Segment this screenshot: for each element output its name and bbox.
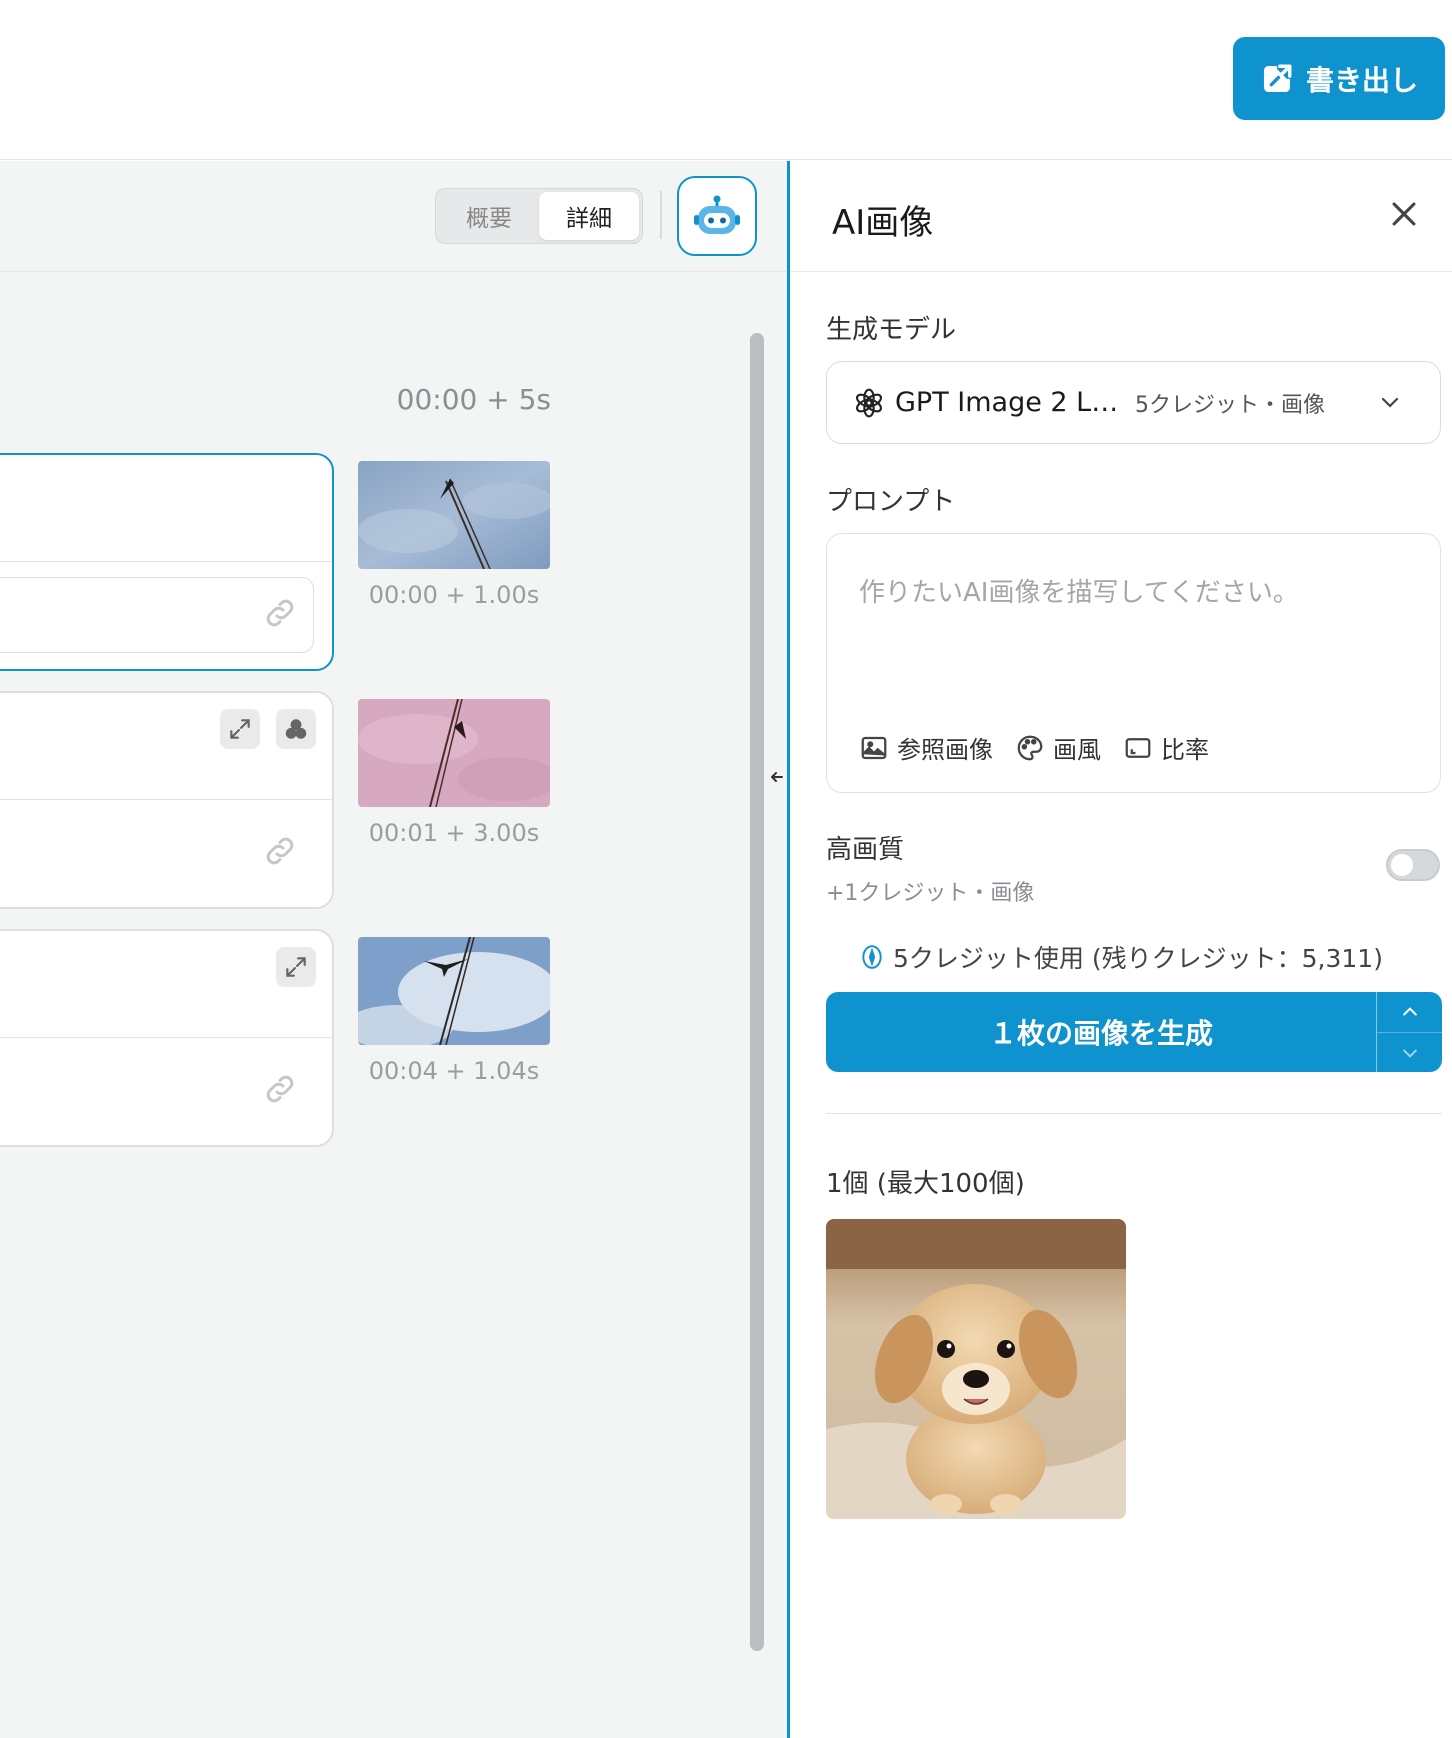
total-time: 00:00 + 5s xyxy=(396,383,551,416)
scene-time-2: 00:01 + 3.00s xyxy=(368,819,540,847)
panel-header: AI画像 xyxy=(790,161,1452,272)
increment-button[interactable] xyxy=(1377,992,1442,1032)
scene-divider xyxy=(0,1037,332,1038)
scene-thumbnail-3[interactable] xyxy=(358,937,550,1045)
header-divider xyxy=(660,191,662,239)
timeline-header: 概要 詳細 xyxy=(0,161,787,272)
prompt-tools: 参照画像 画風 比率 xyxy=(859,730,1209,765)
generated-image[interactable] xyxy=(826,1219,1126,1519)
view-toggle[interactable]: 概要 詳細 xyxy=(435,188,643,244)
scene-card-2[interactable] xyxy=(0,691,334,909)
section-divider xyxy=(826,1113,1442,1114)
swap-icon xyxy=(286,957,306,977)
link-icon[interactable] xyxy=(262,1071,298,1107)
scene-time-1: 00:00 + 1.00s xyxy=(368,581,540,609)
scene-divider xyxy=(0,799,332,800)
credit-icon xyxy=(862,945,882,969)
high-quality-label: 高画質 xyxy=(826,835,905,865)
link-icon[interactable] xyxy=(262,595,298,631)
scene-card-3[interactable] xyxy=(0,929,334,1147)
swap-button[interactable] xyxy=(220,709,260,749)
chevron-down-icon xyxy=(1402,1049,1417,1058)
tab-detail[interactable]: 詳細 xyxy=(539,192,639,240)
style-button[interactable]: 画風 xyxy=(1015,730,1101,765)
robot-icon xyxy=(694,195,740,234)
ratio-label: 比率 xyxy=(1161,736,1209,764)
model-cost: 5クレジット・画像 xyxy=(1135,392,1325,418)
credit-usage-text: 5クレジット使用 (残りクレジット：5,311) xyxy=(893,944,1383,973)
export-button[interactable]: 書き出し xyxy=(1233,37,1445,120)
prompt-label: プロンプト xyxy=(826,487,956,517)
result-count: 1個 (最大100個) xyxy=(826,1169,1025,1199)
high-quality-toggle[interactable] xyxy=(1386,849,1440,881)
count-stepper xyxy=(1376,992,1442,1072)
decrement-button[interactable] xyxy=(1377,1032,1442,1072)
model-name: GPT Image 2 L… xyxy=(895,387,1115,418)
link-icon[interactable] xyxy=(262,833,298,869)
scene-thumbnail-1[interactable] xyxy=(358,461,550,569)
toggle-knob xyxy=(1391,854,1413,876)
ai-assistant-button[interactable] xyxy=(677,176,757,256)
export-icon xyxy=(1263,64,1292,92)
effects-button[interactable] xyxy=(276,709,316,749)
credit-usage: 5クレジット使用 (残りクレジット：5,311) xyxy=(790,939,1452,975)
image-icon xyxy=(861,736,887,759)
palette-icon xyxy=(1017,735,1043,760)
ratio-button[interactable]: 比率 xyxy=(1123,730,1209,765)
swap-icon xyxy=(230,719,250,739)
swap-button[interactable] xyxy=(276,947,316,987)
model-select[interactable]: GPT Image 2 L… 5クレジット・画像 xyxy=(826,361,1441,444)
prompt-input[interactable]: 作りたいAI画像を描写してください。 参照画像 画風 比率 xyxy=(826,533,1441,793)
timeline-scrollbar[interactable] xyxy=(750,333,764,1651)
aspect-ratio-icon xyxy=(1125,737,1151,758)
ai-image-panel: AI画像 生成モデル GPT Image 2 L… 5クレジット・画像 プロンプ… xyxy=(787,161,1452,1738)
scene-card-1[interactable] xyxy=(0,453,334,671)
close-icon[interactable] xyxy=(1387,197,1421,231)
reference-image-label: 参照画像 xyxy=(897,736,993,764)
prompt-placeholder: 作りたいAI画像を描写してください。 xyxy=(859,578,1299,608)
panel-title: AI画像 xyxy=(832,203,934,243)
chevron-down-icon xyxy=(1381,397,1399,408)
model-label: 生成モデル xyxy=(826,315,957,345)
top-bar: 書き出し xyxy=(0,0,1452,160)
generate-button[interactable]: １枚の画像を生成 xyxy=(826,992,1376,1072)
tab-summary[interactable]: 概要 xyxy=(439,192,539,240)
scene-thumbnail-2[interactable] xyxy=(358,699,550,807)
timeline-area: 概要 詳細 00:00 + 5s 00:00 + 1.00s 00:01 + 3… xyxy=(0,161,809,1738)
generate-button-group: １枚の画像を生成 xyxy=(826,992,1442,1072)
effects-icon xyxy=(285,719,307,739)
chevron-up-icon xyxy=(1402,1007,1417,1016)
reference-image-button[interactable]: 参照画像 xyxy=(859,730,993,765)
scene-time-3: 00:04 + 1.04s xyxy=(368,1057,540,1085)
openai-icon xyxy=(856,388,882,417)
scene-divider xyxy=(0,561,332,562)
high-quality-cost: +1クレジット・画像 xyxy=(826,881,1035,906)
style-label: 画風 xyxy=(1053,736,1101,764)
export-label: 書き出し xyxy=(1305,63,1418,97)
